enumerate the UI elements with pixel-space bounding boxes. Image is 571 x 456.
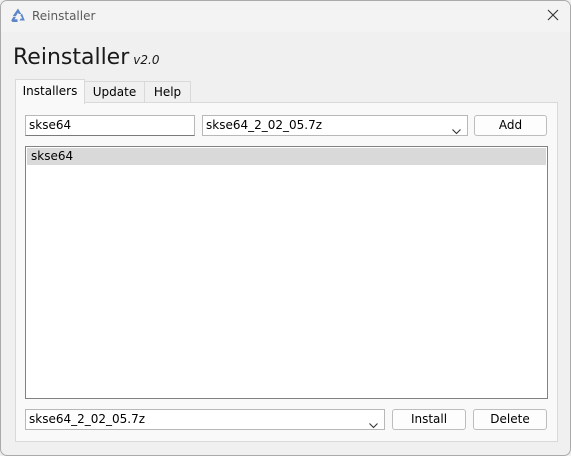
installer-archive-value: skse64_2_02_05.7z bbox=[29, 412, 146, 426]
installers-panel: skse64 skse64_2_02_05.7z Add skse64 skse… bbox=[15, 102, 558, 442]
app-version: v2.0 bbox=[133, 53, 160, 67]
installer-name-input[interactable]: skse64 bbox=[25, 115, 195, 136]
list-item[interactable]: skse64 bbox=[27, 148, 546, 165]
tab-help-label: Help bbox=[153, 85, 182, 99]
delete-button[interactable]: Delete bbox=[473, 409, 547, 430]
tab-installers-label: Installers bbox=[22, 84, 78, 98]
close-icon bbox=[547, 9, 559, 24]
window-title: Reinstaller bbox=[32, 9, 96, 23]
app-heading: Reinstaller v2.0 bbox=[13, 45, 159, 70]
recycle-icon bbox=[9, 7, 27, 25]
app-name: Reinstaller bbox=[13, 45, 130, 70]
chevron-down-icon bbox=[369, 416, 378, 429]
close-button[interactable] bbox=[536, 1, 570, 32]
add-button[interactable]: Add bbox=[474, 115, 547, 136]
archive-select-value: skse64_2_02_05.7z bbox=[206, 118, 323, 132]
installer-archive-select[interactable]: skse64_2_02_05.7z bbox=[25, 409, 385, 430]
install-button[interactable]: Install bbox=[392, 409, 466, 430]
title-bar[interactable]: Reinstaller bbox=[1, 1, 570, 32]
tab-installers[interactable]: Installers bbox=[15, 79, 85, 104]
app-window: Reinstaller Reinstaller v2.0 Installers U… bbox=[0, 0, 571, 456]
tab-update-label: Update bbox=[92, 85, 137, 99]
tab-help[interactable]: Help bbox=[144, 81, 191, 103]
installer-list[interactable]: skse64 bbox=[25, 146, 548, 399]
chevron-down-icon bbox=[452, 122, 461, 135]
archive-select[interactable]: skse64_2_02_05.7z bbox=[202, 115, 468, 136]
tab-update[interactable]: Update bbox=[84, 81, 145, 103]
